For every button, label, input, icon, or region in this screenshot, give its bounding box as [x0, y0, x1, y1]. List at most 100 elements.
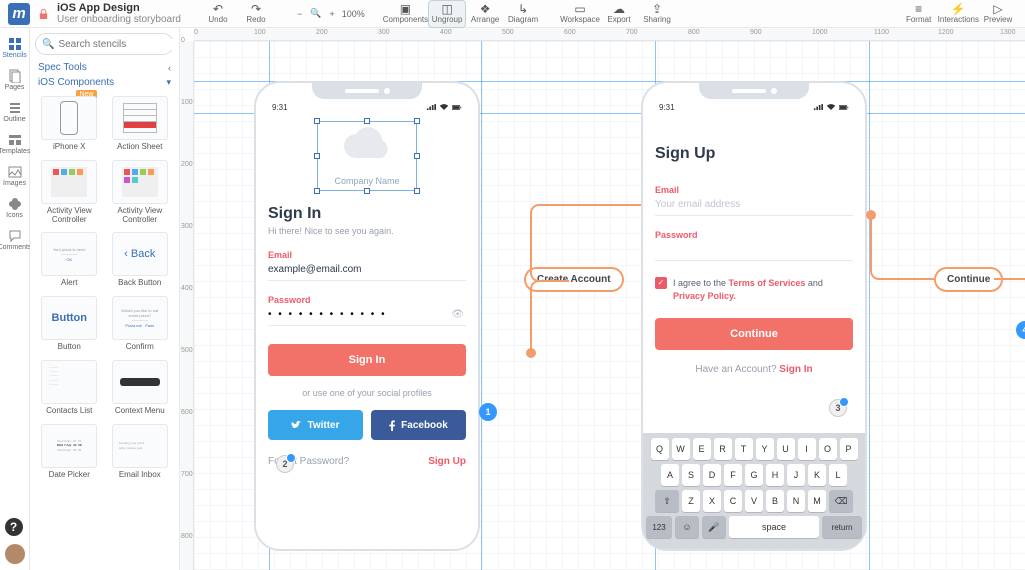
- stencil-iphone-x[interactable]: NewiPhone X: [34, 92, 105, 156]
- rail-icons[interactable]: Icons: [0, 192, 30, 224]
- rail-templates[interactable]: Templates: [0, 128, 30, 160]
- keyboard[interactable]: QWERTYUIOP ASDFGHJKL ⇧ZXCVBNM⌫ 123☺🎤spac…: [643, 433, 865, 549]
- key-e[interactable]: E: [693, 438, 711, 460]
- diagram-button[interactable]: ↳Diagram: [504, 0, 542, 28]
- rail-pages[interactable]: Pages: [0, 64, 30, 96]
- rail-comments[interactable]: Comments: [0, 224, 30, 256]
- marker-1[interactable]: 1: [479, 403, 497, 421]
- spec-tools-link[interactable]: Spec Tools‹: [30, 60, 179, 75]
- key-o[interactable]: O: [819, 438, 837, 460]
- help-icon[interactable]: ?: [5, 518, 23, 536]
- zoom-out-icon[interactable]: −: [297, 9, 302, 19]
- facebook-button[interactable]: Facebook: [371, 410, 466, 440]
- space-key[interactable]: space: [729, 516, 819, 538]
- stencil-alert[interactable]: Your pizza is here!~~~~~~~OKAlert: [34, 228, 105, 292]
- key-g[interactable]: G: [745, 464, 763, 486]
- stencil-confirm[interactable]: Would you like to eat some pizza?~~~~~~~…: [105, 292, 176, 356]
- backspace-key[interactable]: ⌫: [829, 490, 853, 512]
- key-v[interactable]: V: [745, 490, 763, 512]
- search-input[interactable]: 🔍: [35, 33, 174, 55]
- key-q[interactable]: Q: [651, 438, 669, 460]
- agree-row[interactable]: ✓ I agree to the Terms of Services and P…: [655, 277, 853, 302]
- continue-button[interactable]: Continue: [655, 318, 853, 350]
- stencil-context-menu[interactable]: Context Menu: [105, 356, 176, 420]
- phone-sign-in[interactable]: 9:31 Company Name Sign In Hi there! Nice…: [254, 81, 480, 551]
- key-d[interactable]: D: [703, 464, 721, 486]
- marker-2[interactable]: 2: [276, 455, 294, 473]
- export-button[interactable]: ☁Export: [600, 0, 638, 28]
- preview-button[interactable]: ▷Preview: [979, 0, 1017, 28]
- stencil-back-button[interactable]: ‹ BackBack Button: [105, 228, 176, 292]
- privacy-link[interactable]: Privacy Policy.: [673, 291, 736, 301]
- key-r[interactable]: R: [714, 438, 732, 460]
- key-i[interactable]: I: [798, 438, 816, 460]
- key-n[interactable]: N: [787, 490, 805, 512]
- interactions-button[interactable]: ⚡Interactions: [938, 0, 979, 28]
- key-u[interactable]: U: [777, 438, 795, 460]
- key-t[interactable]: T: [735, 438, 753, 460]
- eye-icon[interactable]: 👁: [451, 309, 466, 320]
- user-avatar[interactable]: [5, 544, 25, 564]
- rail-outline[interactable]: Outline: [0, 96, 30, 128]
- logo-selection[interactable]: Company Name: [317, 121, 417, 191]
- return-key[interactable]: return: [822, 516, 862, 538]
- ios-components-link[interactable]: iOS Components▾: [30, 75, 179, 90]
- ungroup-button[interactable]: ◫Ungroup: [428, 0, 466, 28]
- key-x[interactable]: X: [703, 490, 721, 512]
- twitter-button[interactable]: Twitter: [268, 410, 363, 440]
- stencil-contacts[interactable]: ~~~~~~~~~~~~~~~~~~~~~~~~~Contacts List: [34, 356, 105, 420]
- key-k[interactable]: K: [808, 464, 826, 486]
- key-w[interactable]: W: [672, 438, 690, 460]
- checkbox-icon[interactable]: ✓: [655, 277, 667, 289]
- sign-in-button[interactable]: Sign In: [268, 344, 466, 376]
- shift-key[interactable]: ⇧: [655, 490, 679, 512]
- stencil-email-inbox[interactable]: Sending your pizzaorder, please waitEmai…: [105, 420, 176, 484]
- zoom-icon[interactable]: 🔍: [310, 8, 321, 19]
- stencil-activity-1[interactable]: Activity View Controller: [34, 156, 105, 229]
- mic-key[interactable]: 🎤: [702, 516, 726, 538]
- key-j[interactable]: J: [787, 464, 805, 486]
- password-value[interactable]: • • • • • • • • • • • •👁: [268, 309, 466, 320]
- format-button[interactable]: ≡Format: [900, 0, 938, 28]
- terms-link[interactable]: Terms of Services: [729, 278, 806, 288]
- stencil-button[interactable]: ButtonButton: [34, 292, 105, 356]
- components-button[interactable]: ▣Components: [383, 0, 428, 28]
- chevron-left-icon: ‹: [168, 63, 171, 73]
- key-f[interactable]: F: [724, 464, 742, 486]
- sign-in-link[interactable]: Sign In: [779, 364, 812, 375]
- search-field[interactable]: [58, 39, 180, 50]
- zoom-in-icon[interactable]: +: [329, 9, 334, 19]
- key-m[interactable]: M: [808, 490, 826, 512]
- su-email-input[interactable]: Your email address: [655, 199, 853, 210]
- su-password-input[interactable]: [655, 244, 853, 255]
- key-b[interactable]: B: [766, 490, 784, 512]
- stencil-action-sheet[interactable]: Action Sheet: [105, 92, 176, 156]
- stencil-date-picker[interactable]: Wed 6 Apr 01 57Wed 7 Apr 02 58Wed 8 Apr …: [34, 420, 105, 484]
- email-value[interactable]: example@email.com: [268, 264, 466, 275]
- key-s[interactable]: S: [682, 464, 700, 486]
- workspace-button[interactable]: ▭Workspace: [560, 0, 600, 28]
- phone-sign-up[interactable]: 9:31 Sign Up Email Your email address Pa…: [641, 81, 867, 551]
- key-c[interactable]: C: [724, 490, 742, 512]
- undo-button[interactable]: ↶Undo: [199, 0, 237, 28]
- canvas[interactable]: 9:31 Company Name Sign In Hi there! Nice…: [194, 41, 1025, 570]
- stencil-activity-2[interactable]: Activity View Controller: [105, 156, 176, 229]
- sign-up-link[interactable]: Sign Up: [428, 456, 466, 467]
- zoom-control[interactable]: − 🔍 + 100%: [293, 8, 365, 19]
- sharing-button[interactable]: ⇪Sharing: [638, 0, 676, 28]
- arrange-button[interactable]: ❖Arrange: [466, 0, 504, 28]
- rail-images[interactable]: Images: [0, 160, 30, 192]
- key-a[interactable]: A: [661, 464, 679, 486]
- app-logo[interactable]: m: [8, 3, 30, 25]
- key-l[interactable]: L: [829, 464, 847, 486]
- key-y[interactable]: Y: [756, 438, 774, 460]
- key-z[interactable]: Z: [682, 490, 700, 512]
- key-h[interactable]: H: [766, 464, 784, 486]
- marker-3[interactable]: 3: [829, 399, 847, 417]
- key-p[interactable]: P: [840, 438, 858, 460]
- num-key[interactable]: 123: [646, 516, 672, 538]
- rail-stencils[interactable]: Stencils: [0, 32, 30, 64]
- emoji-key[interactable]: ☺: [675, 516, 699, 538]
- redo-button[interactable]: ↷Redo: [237, 0, 275, 28]
- lock-icon: [38, 8, 49, 20]
